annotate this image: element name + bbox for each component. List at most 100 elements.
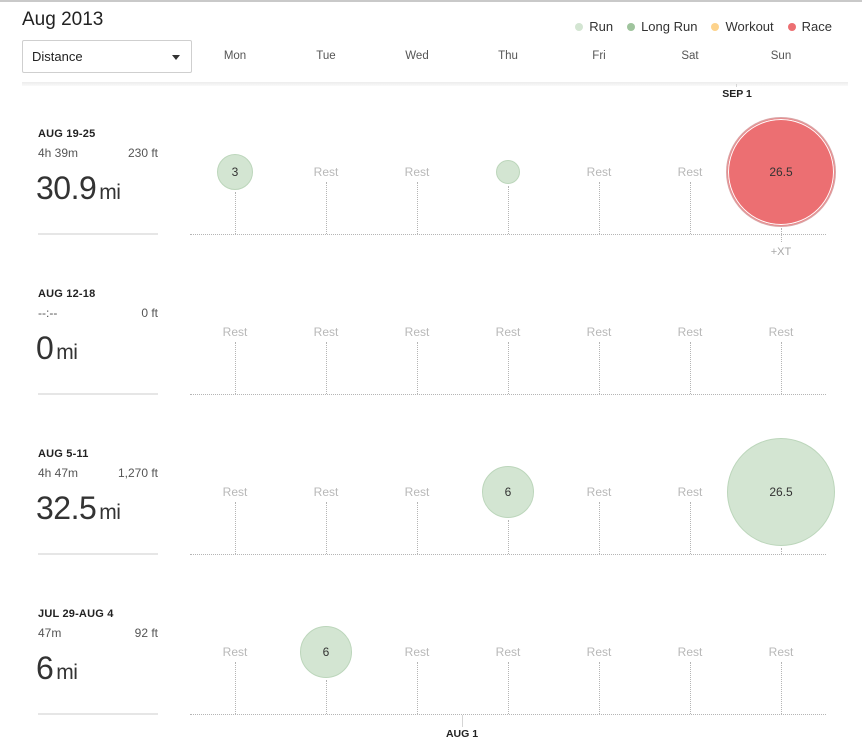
run-dot-icon: [575, 22, 584, 31]
legend-item-race: Race: [787, 19, 832, 34]
day-stem: [326, 182, 327, 234]
rest-day-label-wed: Rest: [404, 645, 430, 659]
run-bubble-sun[interactable]: 26.5: [727, 438, 835, 546]
day-header-mon: Mon: [223, 50, 247, 62]
week-row: AUG 5-11 4h 47m 1,270 ft 32.5 mi Rest Rest Rest…: [0, 420, 862, 580]
day-stem: [235, 342, 236, 394]
rest-day-label-fri: Rest: [586, 645, 612, 659]
week-elevation: 0 ft: [141, 306, 158, 320]
day-stem: [690, 182, 691, 234]
legend-label: Run: [589, 19, 614, 34]
page-title: Aug 2013: [22, 9, 104, 30]
legend-item-run: Run: [575, 19, 613, 34]
rest-day-label-wed: Rest: [404, 485, 430, 499]
day-stem: [781, 548, 782, 554]
week-range-label[interactable]: AUG 19-25: [38, 128, 95, 140]
rest-day-label-tue: Rest: [313, 485, 339, 499]
day-header-thu: Thu: [498, 50, 518, 62]
rest-day-label-sat: Rest: [677, 645, 703, 659]
week-elevation: 92 ft: [134, 626, 158, 640]
day-stem: [235, 502, 236, 554]
week-elevation: 230 ft: [127, 146, 158, 160]
week-total-value: 30.9: [36, 170, 97, 206]
rest-day-label-sat: Rest: [677, 165, 703, 179]
week-total-unit: mi: [99, 501, 121, 524]
date-marker-aug-1: AUG 1: [445, 728, 479, 740]
rest-day-label-fri: Rest: [586, 325, 612, 339]
week-total-distance: 0 mi: [36, 330, 78, 367]
week-total-distance: 32.5 mi: [36, 490, 121, 527]
day-stem: [326, 680, 327, 714]
window-top-border: [0, 0, 862, 2]
day-stem: [599, 502, 600, 554]
day-stem: [508, 662, 509, 714]
day-stem: [326, 502, 327, 554]
week-range-label[interactable]: JUL 29-AUG 4: [38, 608, 114, 620]
legend-item-long-run: Long Run: [627, 19, 697, 34]
cross-training-label[interactable]: +XT: [771, 246, 791, 258]
week-total-value: 0: [36, 330, 54, 366]
week-summary-divider: [38, 553, 158, 555]
day-header-sat: Sat: [681, 50, 699, 62]
week-total-distance: 30.9 mi: [36, 170, 121, 207]
date-marker-sep-1: SEP 1: [722, 88, 752, 100]
rest-day-label-fri: Rest: [586, 165, 612, 179]
metric-select[interactable]: Distance: [22, 40, 192, 73]
day-stem: [599, 182, 600, 234]
aug-1-tick: [462, 715, 463, 727]
run-bubble-tue[interactable]: 6: [300, 626, 352, 678]
rest-day-label-tue: Rest: [313, 165, 339, 179]
legend-label: Race: [801, 19, 832, 34]
race-bubble-sun[interactable]: 26.5: [727, 118, 835, 226]
rest-day-label-fri: Rest: [586, 485, 612, 499]
week-total-unit: mi: [56, 661, 78, 684]
week-total-unit: mi: [99, 181, 121, 204]
legend-item-workout: Workout: [711, 19, 774, 34]
week-total-distance: 6 mi: [36, 650, 78, 687]
day-stem: [781, 662, 782, 714]
week-total-unit: mi: [56, 341, 78, 364]
rest-day-label-mon: Rest: [222, 325, 248, 339]
rest-day-label-thu: Rest: [495, 325, 521, 339]
day-stem: [599, 662, 600, 714]
day-stem: [781, 342, 782, 394]
week-range-label[interactable]: AUG 12-18: [38, 288, 95, 300]
long-run-dot-icon: [627, 22, 636, 31]
rest-day-label-wed: Rest: [404, 325, 430, 339]
week-timeline-axis: [190, 394, 826, 395]
rest-day-label-sat: Rest: [677, 325, 703, 339]
rest-day-label-sun: Rest: [768, 325, 794, 339]
day-stem: [690, 342, 691, 394]
day-stem: [417, 662, 418, 714]
metric-select-value: Distance: [32, 49, 83, 64]
legend: Run Long Run Workout Race: [575, 19, 832, 34]
week-range-label[interactable]: AUG 5-11: [38, 448, 89, 460]
week-summary-divider: [38, 393, 158, 395]
rest-day-label-mon: Rest: [222, 645, 248, 659]
day-stem: [417, 182, 418, 234]
sep-1-tick: [736, 84, 737, 87]
rest-day-label-mon: Rest: [222, 485, 248, 499]
run-bubble-thu[interactable]: 6: [482, 466, 534, 518]
week-row: AUG 12-18 --:-- 0 ft 0 mi Rest Rest Rest Rest Res…: [0, 260, 862, 420]
race-dot-icon: [787, 22, 796, 31]
day-stem: [417, 502, 418, 554]
header-divider: [22, 82, 848, 86]
week-elevation: 1,270 ft: [117, 466, 158, 480]
rest-day-label-wed: Rest: [404, 165, 430, 179]
day-stem: [690, 502, 691, 554]
week-timeline-axis: [190, 714, 826, 715]
day-header-tue: Tue: [316, 50, 336, 62]
day-stem: [508, 186, 509, 234]
run-bubble-thu[interactable]: [496, 160, 520, 184]
day-header-fri: Fri: [592, 50, 606, 62]
run-bubble-mon[interactable]: 3: [217, 154, 253, 190]
workout-dot-icon: [711, 22, 720, 31]
week-total-value: 6: [36, 650, 54, 686]
day-stem: [508, 520, 509, 554]
xt-stem: [781, 234, 782, 242]
day-header-sun: Sun: [770, 50, 792, 62]
day-stem: [235, 192, 236, 234]
day-stem: [690, 662, 691, 714]
day-stem: [599, 342, 600, 394]
